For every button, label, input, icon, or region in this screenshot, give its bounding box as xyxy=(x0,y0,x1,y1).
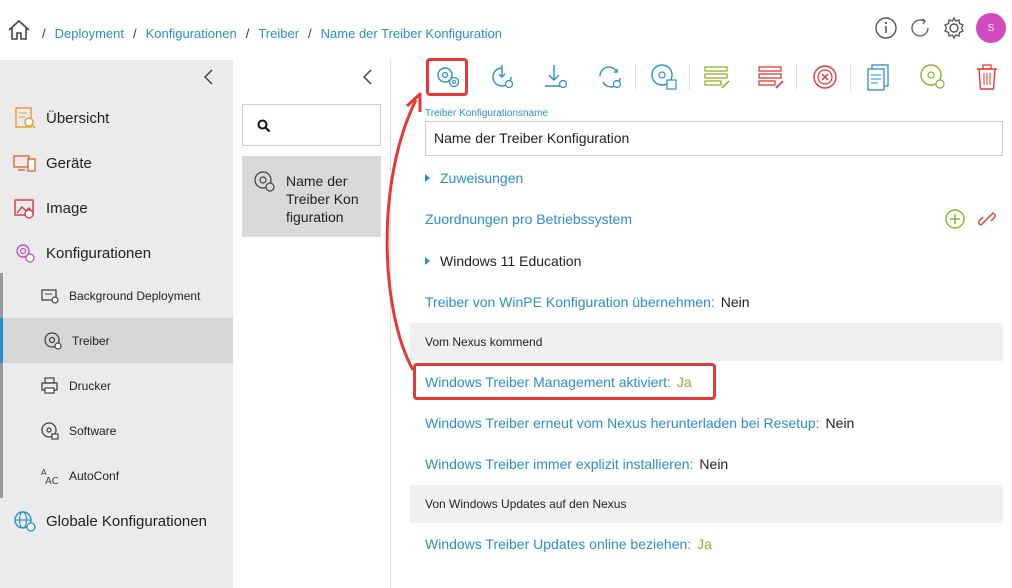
svg-text:AC: AC xyxy=(45,476,59,486)
background-deployment-icon xyxy=(40,286,60,306)
cancel-circle-icon xyxy=(813,65,837,89)
list-edit-icon xyxy=(704,66,730,89)
top-bar: / Deployment / Konfigurationen / Treiber… xyxy=(0,0,1012,60)
list-collapse-icon[interactable] xyxy=(361,68,375,86)
section-updates-header: Von Windows Updates auf den Nexus xyxy=(410,485,1003,523)
image-icon xyxy=(13,196,37,220)
add-mapping-icon[interactable] xyxy=(944,208,966,230)
sidebar-subitem-autoconf[interactable]: A AC AutoConf xyxy=(0,453,236,498)
software-icon xyxy=(40,421,60,441)
autoconf-icon: A AC xyxy=(40,466,60,486)
config-detail-panel: Treiber Konfigurationsname Name der Trei… xyxy=(392,94,1012,588)
online-updates-setting: Windows Treiber Updates online beziehen:… xyxy=(425,536,712,552)
settings-gear-icon[interactable] xyxy=(942,16,966,40)
disc-check-icon xyxy=(920,64,945,89)
config-name-input[interactable]: Name der Treiber Konfiguration xyxy=(425,121,1003,156)
sidebar-subitem-background-deployment[interactable]: Background Deployment xyxy=(0,273,236,318)
overview-icon xyxy=(13,106,37,130)
breadcrumb-current[interactable]: Name der Treiber Konfiguration xyxy=(321,26,502,41)
download-icon xyxy=(545,65,568,89)
disc-config-button[interactable] xyxy=(649,62,679,92)
highlight-settings-button xyxy=(426,58,468,96)
list-item-selected[interactable]: Name der Treiber Kon figuration xyxy=(242,156,381,237)
breadcrumb-deployment[interactable]: Deployment xyxy=(55,26,124,41)
configurations-icon xyxy=(13,241,37,265)
sidebar-subitem-treiber[interactable]: Treiber xyxy=(0,318,236,363)
os-mapping-label: Zuordnungen pro Betriebssystem xyxy=(425,211,632,227)
highlight-driver-management xyxy=(413,363,716,400)
driver-config-icon xyxy=(253,170,277,194)
home-icon[interactable] xyxy=(6,18,32,42)
section-nexus-header: Vom Nexus kommend xyxy=(410,323,1003,361)
toolbar-divider xyxy=(635,64,636,90)
toolbar xyxy=(392,60,1012,94)
user-avatar[interactable]: S xyxy=(976,13,1006,43)
breadcrumb: / Deployment / Konfigurationen / Treiber… xyxy=(42,26,503,41)
download-button[interactable] xyxy=(541,62,571,92)
refresh-icon[interactable] xyxy=(908,16,932,40)
sidebar-item-image[interactable]: Image xyxy=(0,195,233,221)
toolbar-divider xyxy=(850,64,851,90)
disc-grid-icon xyxy=(651,64,677,90)
deploy-button[interactable] xyxy=(487,62,517,92)
sidebar-collapse-icon[interactable] xyxy=(202,68,216,86)
unlink-icon[interactable] xyxy=(976,208,998,230)
cancel-button[interactable] xyxy=(810,62,840,92)
sidebar-subnav: Background Deployment Treiber Drucker So… xyxy=(0,273,236,498)
sidebar-item-configurations[interactable]: Konfigurationen xyxy=(0,240,233,266)
sidebar-item-devices[interactable]: Geräte xyxy=(0,150,233,176)
disc-green-button[interactable] xyxy=(918,62,948,92)
list-search-input[interactable] xyxy=(242,104,381,146)
assignments-toggle[interactable]: Zuweisungen xyxy=(425,170,523,186)
devices-icon xyxy=(13,151,37,175)
header-actions: S xyxy=(874,13,1006,43)
breadcrumb-konfigurationen[interactable]: Konfigurationen xyxy=(146,26,237,41)
list-remove-icon xyxy=(758,66,784,89)
globe-gear-icon xyxy=(13,509,37,533)
redownload-setting: Windows Treiber erneut vom Nexus herunte… xyxy=(425,415,855,431)
sidebar-subitem-software[interactable]: Software xyxy=(0,408,236,453)
sidebar: Übersicht Geräte Image Konfigurationen B… xyxy=(0,60,236,588)
printer-icon xyxy=(40,376,60,396)
trash-icon xyxy=(977,64,997,90)
config-list-panel: Name der Treiber Kon figuration xyxy=(233,60,391,588)
os-entry-toggle[interactable]: Windows 11 Education xyxy=(425,253,581,269)
driver-icon xyxy=(43,331,63,351)
sidebar-item-overview[interactable]: Übersicht xyxy=(0,105,233,131)
os-mapping-actions xyxy=(944,208,998,230)
deploy-cycle-icon xyxy=(492,65,514,89)
config-name-label: Treiber Konfigurationsname xyxy=(425,108,549,119)
copy-document-icon xyxy=(867,64,889,91)
explicit-install-setting: Windows Treiber immer explizit installie… xyxy=(425,456,729,472)
sidebar-item-global-configurations[interactable]: Globale Konfigurationen xyxy=(0,508,233,534)
expand-triangle-icon xyxy=(425,257,430,265)
delete-button[interactable] xyxy=(972,62,1002,92)
breadcrumb-treiber[interactable]: Treiber xyxy=(258,26,299,41)
sync-icon xyxy=(599,66,622,89)
copy-button[interactable] xyxy=(864,62,894,92)
info-icon[interactable] xyxy=(874,16,898,40)
winpe-setting: Treiber von WinPE Konfiguration übernehm… xyxy=(425,294,750,310)
list-edit-green-button[interactable] xyxy=(702,62,732,92)
expand-triangle-icon xyxy=(425,174,430,182)
toolbar-divider xyxy=(796,64,797,90)
search-icon xyxy=(257,119,271,133)
toolbar-divider xyxy=(689,64,690,90)
sidebar-subitem-drucker[interactable]: Drucker xyxy=(0,363,236,408)
list-edit-red-button[interactable] xyxy=(756,62,786,92)
sync-button[interactable] xyxy=(595,62,625,92)
